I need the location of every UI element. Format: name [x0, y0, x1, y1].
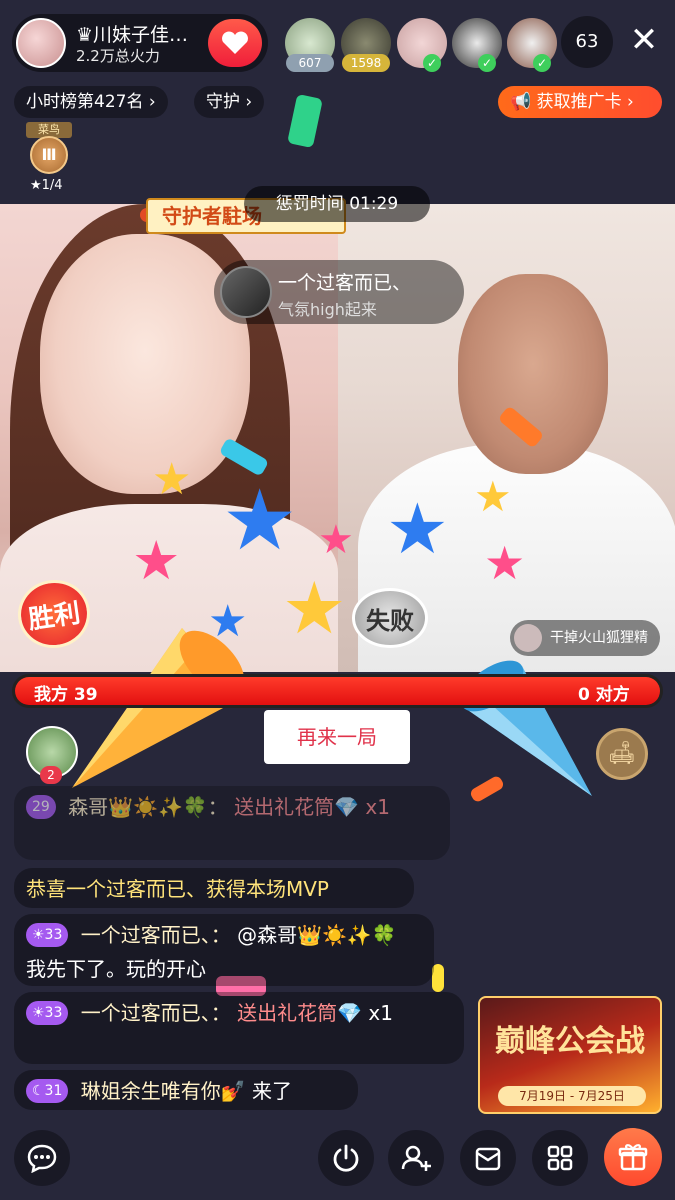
- comment-button[interactable]: [14, 1130, 70, 1186]
- viewer-avatar[interactable]: ✓: [397, 18, 447, 72]
- opponent-name: 干掉火山狐狸精: [550, 630, 648, 646]
- message-button[interactable]: [460, 1130, 516, 1186]
- viewer-avatar[interactable]: ✓: [507, 18, 557, 72]
- viewer-count[interactable]: 63: [561, 16, 613, 68]
- viewer-badge: 1598: [342, 54, 390, 72]
- event-banner[interactable]: 巅峰公会战 7月19日 - 7月25日: [478, 996, 662, 1114]
- chat-system-text: 恭喜一个过客而已、获得本场MVP: [26, 877, 329, 901]
- close-icon[interactable]: ✕: [622, 18, 666, 62]
- confetti-icon: [287, 93, 323, 149]
- chat-message[interactable]: 恭喜一个过客而已、获得本场MVP: [14, 868, 414, 908]
- viewer-avatar[interactable]: 607: [285, 18, 335, 72]
- level-badge: 29: [26, 795, 56, 819]
- power-button[interactable]: [318, 1130, 374, 1186]
- star-confetti-icon: ★: [318, 517, 354, 563]
- check-icon: ✓: [478, 54, 496, 72]
- heart-hands-icon: [222, 31, 248, 54]
- chat-username[interactable]: 一个过客而已、：: [81, 1001, 231, 1025]
- star-confetti-icon: ★: [152, 454, 192, 505]
- star-confetti-icon: ★: [474, 472, 512, 521]
- gift-toast-message: 气氛high起来: [278, 300, 377, 319]
- top-fan-badge: 2: [40, 766, 62, 784]
- check-icon: ✓: [533, 54, 551, 72]
- pk-score-fill: [15, 677, 660, 705]
- seat-icon[interactable]: 🛋: [596, 728, 648, 780]
- level-badge: ☀33: [26, 1001, 69, 1025]
- punish-timer: 惩罚时间 01:29: [244, 186, 430, 222]
- gift-toast-name: 一个过客而已、: [278, 272, 412, 294]
- viewer-avatar[interactable]: ✓: [452, 18, 502, 72]
- medal-progress: ★1/4: [30, 178, 63, 193]
- add-user-icon: [401, 1145, 431, 1171]
- viewer-avatar[interactable]: 1598: [341, 18, 391, 72]
- gift-toast: 一个过客而已、 气氛high起来: [214, 260, 464, 324]
- chat-username[interactable]: 森哥👑☀️✨🍀：: [68, 795, 228, 819]
- chat-message[interactable]: ☀33 一个过客而已、： @森哥👑☀️✨🍀 我先下了。玩的开心: [14, 914, 434, 986]
- star-confetti-icon: ★: [222, 471, 298, 569]
- medal-icon: Ⅲ: [30, 136, 68, 174]
- host-face: [40, 234, 250, 494]
- event-title: 巅峰公会战: [495, 1024, 645, 1059]
- chat-text: 送出礼花筒💎 x1: [234, 795, 390, 819]
- rank-medal[interactable]: 菜鸟 Ⅲ: [26, 122, 72, 182]
- chat-message[interactable]: ☀33 一个过客而已、： 送出礼花筒💎 x1: [14, 992, 464, 1064]
- invite-button[interactable]: [388, 1130, 444, 1186]
- gift-button[interactable]: [604, 1128, 662, 1186]
- hourly-rank-button[interactable]: 小时榜第427名 ›: [14, 86, 168, 118]
- chat-gift-text: 送出礼花筒💎: [237, 1001, 362, 1025]
- follow-button[interactable]: [208, 19, 262, 67]
- chat-username[interactable]: 一个过客而已、：: [81, 923, 231, 947]
- more-button[interactable]: [532, 1130, 588, 1186]
- play-again-button[interactable]: 再来一局: [264, 710, 410, 764]
- chat-bubble-icon: [27, 1144, 57, 1173]
- star-confetti-icon: ★: [386, 488, 449, 570]
- star-confetti-icon: ★: [132, 529, 181, 592]
- check-icon: ✓: [423, 54, 441, 72]
- chat-username[interactable]: 琳姐余生唯有你💅: [81, 1079, 246, 1103]
- chat-message[interactable]: 29 森哥👑☀️✨🍀： 送出礼花筒💎 x1: [14, 786, 450, 860]
- mail-icon: [475, 1147, 501, 1171]
- chat-message[interactable]: ☾31 琳姐余生唯有你💅 来了: [14, 1070, 358, 1110]
- my-score: 我方 39: [34, 685, 98, 705]
- host-avatar[interactable]: [16, 18, 66, 68]
- star-confetti-icon: ★: [484, 536, 526, 590]
- lose-badge: 失败: [352, 588, 428, 648]
- opponent-score: 0 对方: [578, 685, 630, 705]
- chat-text: 来了: [252, 1079, 292, 1103]
- opponent-tag[interactable]: 干掉火山狐狸精: [510, 620, 660, 656]
- chat-gift-count: x1: [368, 1001, 393, 1025]
- power-icon: [333, 1144, 359, 1172]
- viewer-badge: 607: [286, 54, 334, 72]
- promo-card-button[interactable]: 📢 获取推广卡 ›: [498, 86, 662, 118]
- event-date: 7月19日 - 7月25日: [498, 1086, 646, 1106]
- grid-icon: [547, 1145, 573, 1171]
- guard-button[interactable]: 守护 ›: [194, 86, 265, 118]
- gift-toast-avatar: [220, 266, 272, 318]
- pk-score-bar: [12, 674, 663, 708]
- gift-box-icon: [618, 1144, 648, 1171]
- opponent-avatar: [514, 624, 542, 652]
- party-popper-icon: [72, 628, 245, 788]
- host-name: ♛川妹子佳…: [76, 24, 189, 46]
- star-confetti-icon: ★: [282, 566, 347, 650]
- level-badge: ☀33: [26, 923, 69, 947]
- level-badge: ☾31: [26, 1079, 69, 1103]
- host-fire-total: 2.2万总火力: [76, 47, 160, 65]
- host-card[interactable]: ♛川妹子佳… 2.2万总火力: [12, 14, 268, 72]
